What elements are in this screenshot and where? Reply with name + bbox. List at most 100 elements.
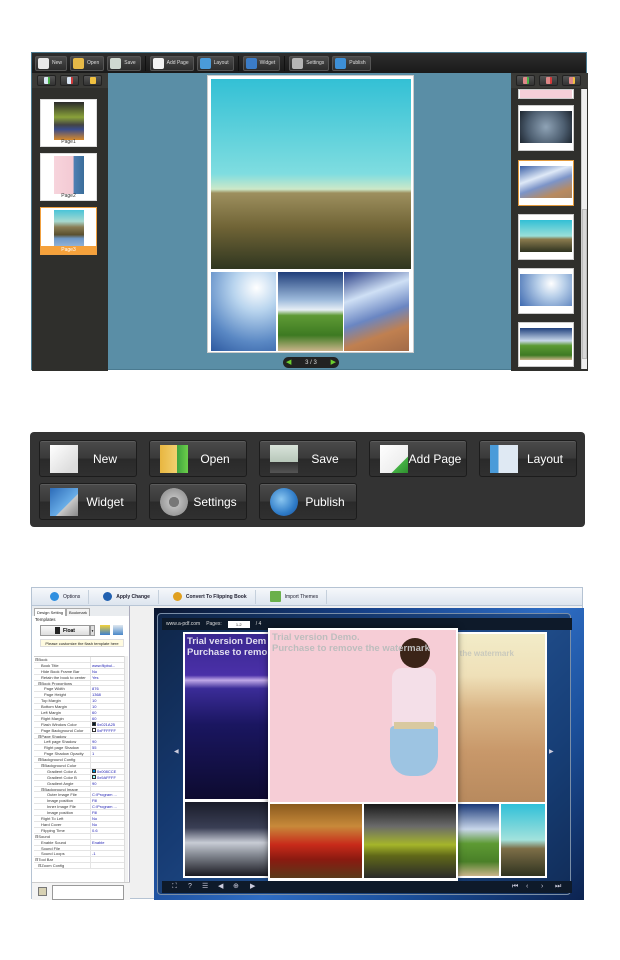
library-image[interactable] [518, 322, 574, 367]
next-page-button[interactable]: ▶ [331, 359, 336, 366]
menu-import-themes[interactable]: Import Themes [262, 589, 328, 604]
property-value[interactable]: Yes [91, 675, 128, 680]
property-value[interactable]: 0x021A25 [91, 722, 128, 727]
property-value[interactable] [91, 846, 128, 851]
tab-design-setting[interactable]: Design Setting [34, 608, 67, 616]
property-value[interactable]: C:\Program ... [91, 804, 128, 809]
property-value[interactable]: 90 [91, 739, 128, 744]
new-button[interactable]: New [35, 55, 68, 71]
flipping-page[interactable]: Trial version Demo. Purchase to remove th… [268, 628, 458, 881]
publish-button[interactable]: Publish [332, 55, 371, 71]
publish-button[interactable]: Publish [259, 483, 357, 520]
fullscreen-icon[interactable]: ⛶ [172, 882, 177, 892]
property-value[interactable]: No [91, 822, 128, 827]
widget-button[interactable]: Widget [242, 55, 281, 71]
template-export-icon[interactable] [113, 625, 123, 635]
page-thumbnail-2[interactable]: Page2 [40, 153, 97, 201]
site-link[interactable]: www.a-pdf.com [166, 621, 200, 627]
library-image[interactable] [518, 214, 574, 260]
property-value[interactable]: 0x008CCE [91, 769, 128, 774]
add-image-button[interactable] [516, 75, 535, 86]
page-properties-button[interactable] [83, 75, 102, 86]
last-page-icon[interactable]: ⏭ [555, 882, 561, 892]
property-row[interactable]: ⊟Zoom Config [34, 863, 128, 870]
layout-button[interactable]: Layout [196, 55, 234, 71]
property-value[interactable] [91, 763, 128, 768]
add-page-button[interactable]: Add Page [149, 55, 194, 71]
thumbnails-icon[interactable]: ☰ [202, 882, 208, 892]
library-image[interactable] [518, 105, 574, 151]
property-value[interactable] [91, 863, 128, 868]
first-page-icon[interactable]: ⏮ [512, 882, 518, 892]
property-value[interactable]: 55 [91, 745, 128, 750]
page-thumbnail-3[interactable]: Page3 [40, 207, 97, 255]
property-value[interactable]: 1 [91, 751, 128, 756]
property-value[interactable]: -1 [91, 851, 128, 856]
property-value[interactable]: C:\Program ... [91, 792, 128, 797]
property-value[interactable] [91, 757, 128, 762]
property-value[interactable]: 10 [91, 698, 128, 703]
save-button[interactable]: Save [107, 55, 141, 71]
property-value[interactable] [91, 734, 128, 739]
prev-page-arrow[interactable]: ◀ [174, 748, 179, 755]
property-value[interactable] [91, 657, 128, 662]
property-value[interactable]: 1368 [91, 692, 128, 697]
property-value[interactable]: No [91, 669, 128, 674]
property-grid-scrollbar[interactable] [124, 656, 128, 882]
sound-icon[interactable]: ◀ [218, 882, 223, 892]
template-save-icon[interactable] [100, 625, 110, 635]
template-select[interactable]: Float [40, 625, 90, 636]
property-value[interactable] [91, 681, 128, 686]
property-value[interactable] [91, 787, 128, 792]
scrollbar-thumb[interactable] [582, 209, 587, 359]
image-edit-button[interactable] [562, 75, 581, 86]
remove-image-button[interactable] [539, 75, 558, 86]
library-image[interactable] [518, 89, 574, 99]
property-value[interactable] [91, 857, 128, 862]
autoplay-icon[interactable]: ▶ [250, 882, 255, 892]
delete-page-button[interactable] [60, 75, 79, 86]
right-page[interactable]: e the watermark [453, 632, 547, 878]
open-button[interactable]: Open [149, 440, 247, 477]
page-thumbnail-1[interactable]: Page1 [40, 99, 97, 147]
property-value[interactable]: 60 [91, 710, 128, 715]
zoom-icon[interactable]: ⊕ [233, 882, 239, 892]
page-image-road[interactable] [278, 272, 343, 351]
page-image-meadow[interactable] [211, 79, 411, 269]
menu-options[interactable]: Options [42, 589, 90, 604]
pages-input[interactable]: 1-2 [227, 620, 250, 628]
property-value[interactable]: Fill [91, 810, 128, 815]
next-page-arrow[interactable]: ▶ [549, 748, 554, 755]
settings-button[interactable]: Settings [149, 483, 247, 520]
add-page-button[interactable]: Add Page [369, 440, 467, 477]
property-value[interactable]: 0x9AFFFF [91, 775, 128, 780]
property-value[interactable]: 0xFFFFFF [91, 728, 128, 733]
open-button[interactable]: Open [70, 55, 105, 71]
library-image[interactable] [518, 268, 574, 314]
image-library-scrollbar[interactable] [581, 89, 587, 369]
new-button[interactable]: New [39, 440, 137, 477]
prev-page-button[interactable]: ◀ [286, 359, 291, 366]
next-page-icon[interactable]: › [541, 882, 543, 892]
page-canvas[interactable] [207, 75, 414, 353]
add-page-button[interactable] [37, 75, 56, 86]
library-image-selected[interactable] [518, 160, 574, 206]
property-value[interactable]: 60 [91, 716, 128, 721]
help-icon[interactable]: ? [188, 882, 192, 892]
menu-apply-change[interactable]: Apply Change [95, 589, 159, 604]
prev-page-icon[interactable]: ‹ [526, 882, 528, 892]
property-value[interactable]: 876 [91, 686, 128, 691]
widget-button[interactable]: Widget [39, 483, 137, 520]
save-button[interactable]: Save [259, 440, 357, 477]
property-value[interactable]: Enable [91, 840, 128, 845]
page-image-clouds[interactable] [211, 272, 276, 351]
property-value[interactable]: 0.6 [91, 828, 128, 833]
tab-bookmark[interactable]: Bookmark [66, 608, 91, 616]
settings-button[interactable]: Settings [289, 55, 330, 71]
property-value[interactable]: 10 [91, 704, 128, 709]
property-value[interactable]: No [91, 816, 128, 821]
property-value[interactable] [91, 834, 128, 839]
property-value[interactable]: 90 [91, 781, 128, 786]
menu-convert-to-flipping-book[interactable]: Convert To Flipping Book [165, 589, 256, 604]
property-value[interactable]: www.flipbul... [91, 663, 128, 668]
